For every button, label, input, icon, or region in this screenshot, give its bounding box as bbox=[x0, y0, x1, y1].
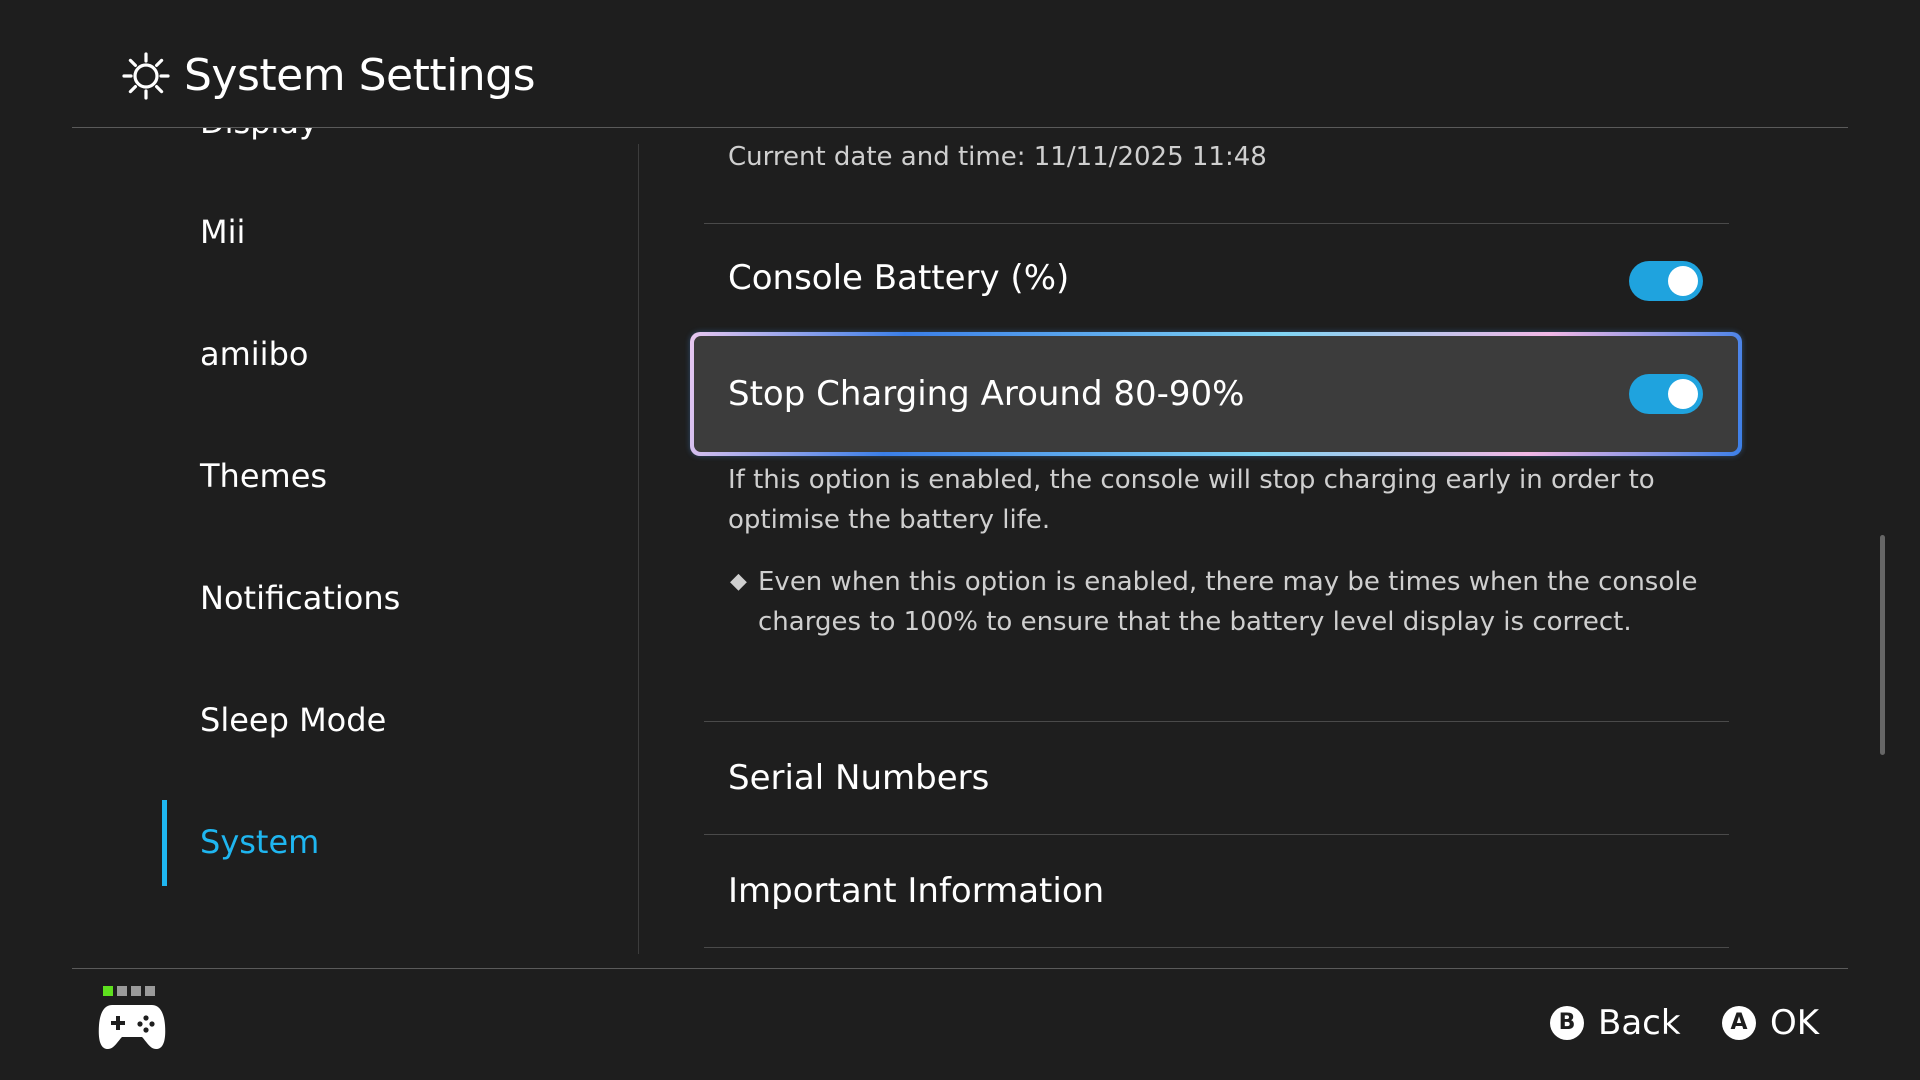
controller-icon bbox=[98, 1005, 166, 1049]
serial-numbers-item[interactable]: Serial Numbers bbox=[728, 756, 989, 800]
ok-label: OK bbox=[1770, 1003, 1820, 1043]
note-text-2: charges to 100% to ensure that the batte… bbox=[758, 607, 1632, 637]
a-button-icon: A bbox=[1722, 1006, 1756, 1040]
stop-charging-row[interactable]: Stop Charging Around 80-90% bbox=[690, 332, 1742, 456]
active-indicator bbox=[162, 800, 167, 886]
stop-charging-label: Stop Charging Around 80-90% bbox=[728, 374, 1245, 414]
sidebar-item-amiibo[interactable]: amiibo bbox=[200, 334, 308, 374]
sidebar[interactable]: Display Mii amiibo Themes Notifications … bbox=[0, 128, 640, 968]
row-divider bbox=[704, 834, 1729, 835]
note-text-1: Even when this option is enabled, there … bbox=[758, 567, 1698, 597]
current-date-time: Current date and time: 11/11/2025 11:48 bbox=[728, 142, 1267, 172]
player-led-2 bbox=[117, 986, 127, 996]
sidebar-item-themes[interactable]: Themes bbox=[200, 456, 327, 496]
stop-charging-description-line-2: optimise the battery life. bbox=[728, 505, 1051, 535]
header: System Settings bbox=[0, 0, 1920, 128]
back-hint[interactable]: B Back bbox=[1550, 1003, 1681, 1043]
stop-charging-note-line-1: ◆ Even when this option is enabled, ther… bbox=[728, 562, 1728, 602]
console-battery-toggle[interactable] bbox=[1629, 261, 1703, 301]
footer: B Back A OK bbox=[0, 969, 1920, 1080]
player-indicator bbox=[103, 981, 159, 996]
sidebar-item-sleep-mode[interactable]: Sleep Mode bbox=[200, 700, 386, 740]
ok-hint[interactable]: A OK bbox=[1722, 1003, 1819, 1043]
page-title: System Settings bbox=[184, 50, 536, 101]
stop-charging-note-line-2: charges to 100% to ensure that the batte… bbox=[728, 602, 1728, 642]
sidebar-item-system[interactable]: System bbox=[200, 822, 319, 862]
sidebar-item-notifications[interactable]: Notifications bbox=[200, 578, 400, 618]
console-battery-label[interactable]: Console Battery (%) bbox=[728, 256, 1069, 300]
row-divider bbox=[704, 721, 1729, 722]
settings-content[interactable]: Current date and time: 11/11/2025 11:48 … bbox=[640, 128, 1870, 968]
player-led-4 bbox=[145, 986, 155, 996]
stop-charging-description-line-1: If this option is enabled, the console w… bbox=[728, 465, 1655, 495]
scrollbar[interactable] bbox=[1880, 535, 1885, 755]
sidebar-divider bbox=[638, 144, 639, 954]
b-button-icon: B bbox=[1550, 1006, 1584, 1040]
toggle-knob bbox=[1668, 379, 1698, 409]
player-led-1 bbox=[103, 986, 113, 996]
stop-charging-toggle[interactable] bbox=[1629, 374, 1703, 414]
player-led-3 bbox=[131, 986, 141, 996]
stop-charging-row-body: Stop Charging Around 80-90% bbox=[694, 336, 1738, 452]
row-divider bbox=[704, 223, 1729, 224]
important-information-item[interactable]: Important Information bbox=[728, 869, 1104, 913]
gear-icon bbox=[122, 52, 170, 100]
sidebar-item-mii[interactable]: Mii bbox=[200, 212, 245, 252]
sidebar-item-display[interactable]: Display bbox=[200, 128, 318, 142]
toggle-knob bbox=[1668, 266, 1698, 296]
diamond-bullet-icon: ◆ bbox=[730, 569, 747, 594]
row-divider bbox=[704, 947, 1729, 948]
back-label: Back bbox=[1598, 1003, 1681, 1043]
